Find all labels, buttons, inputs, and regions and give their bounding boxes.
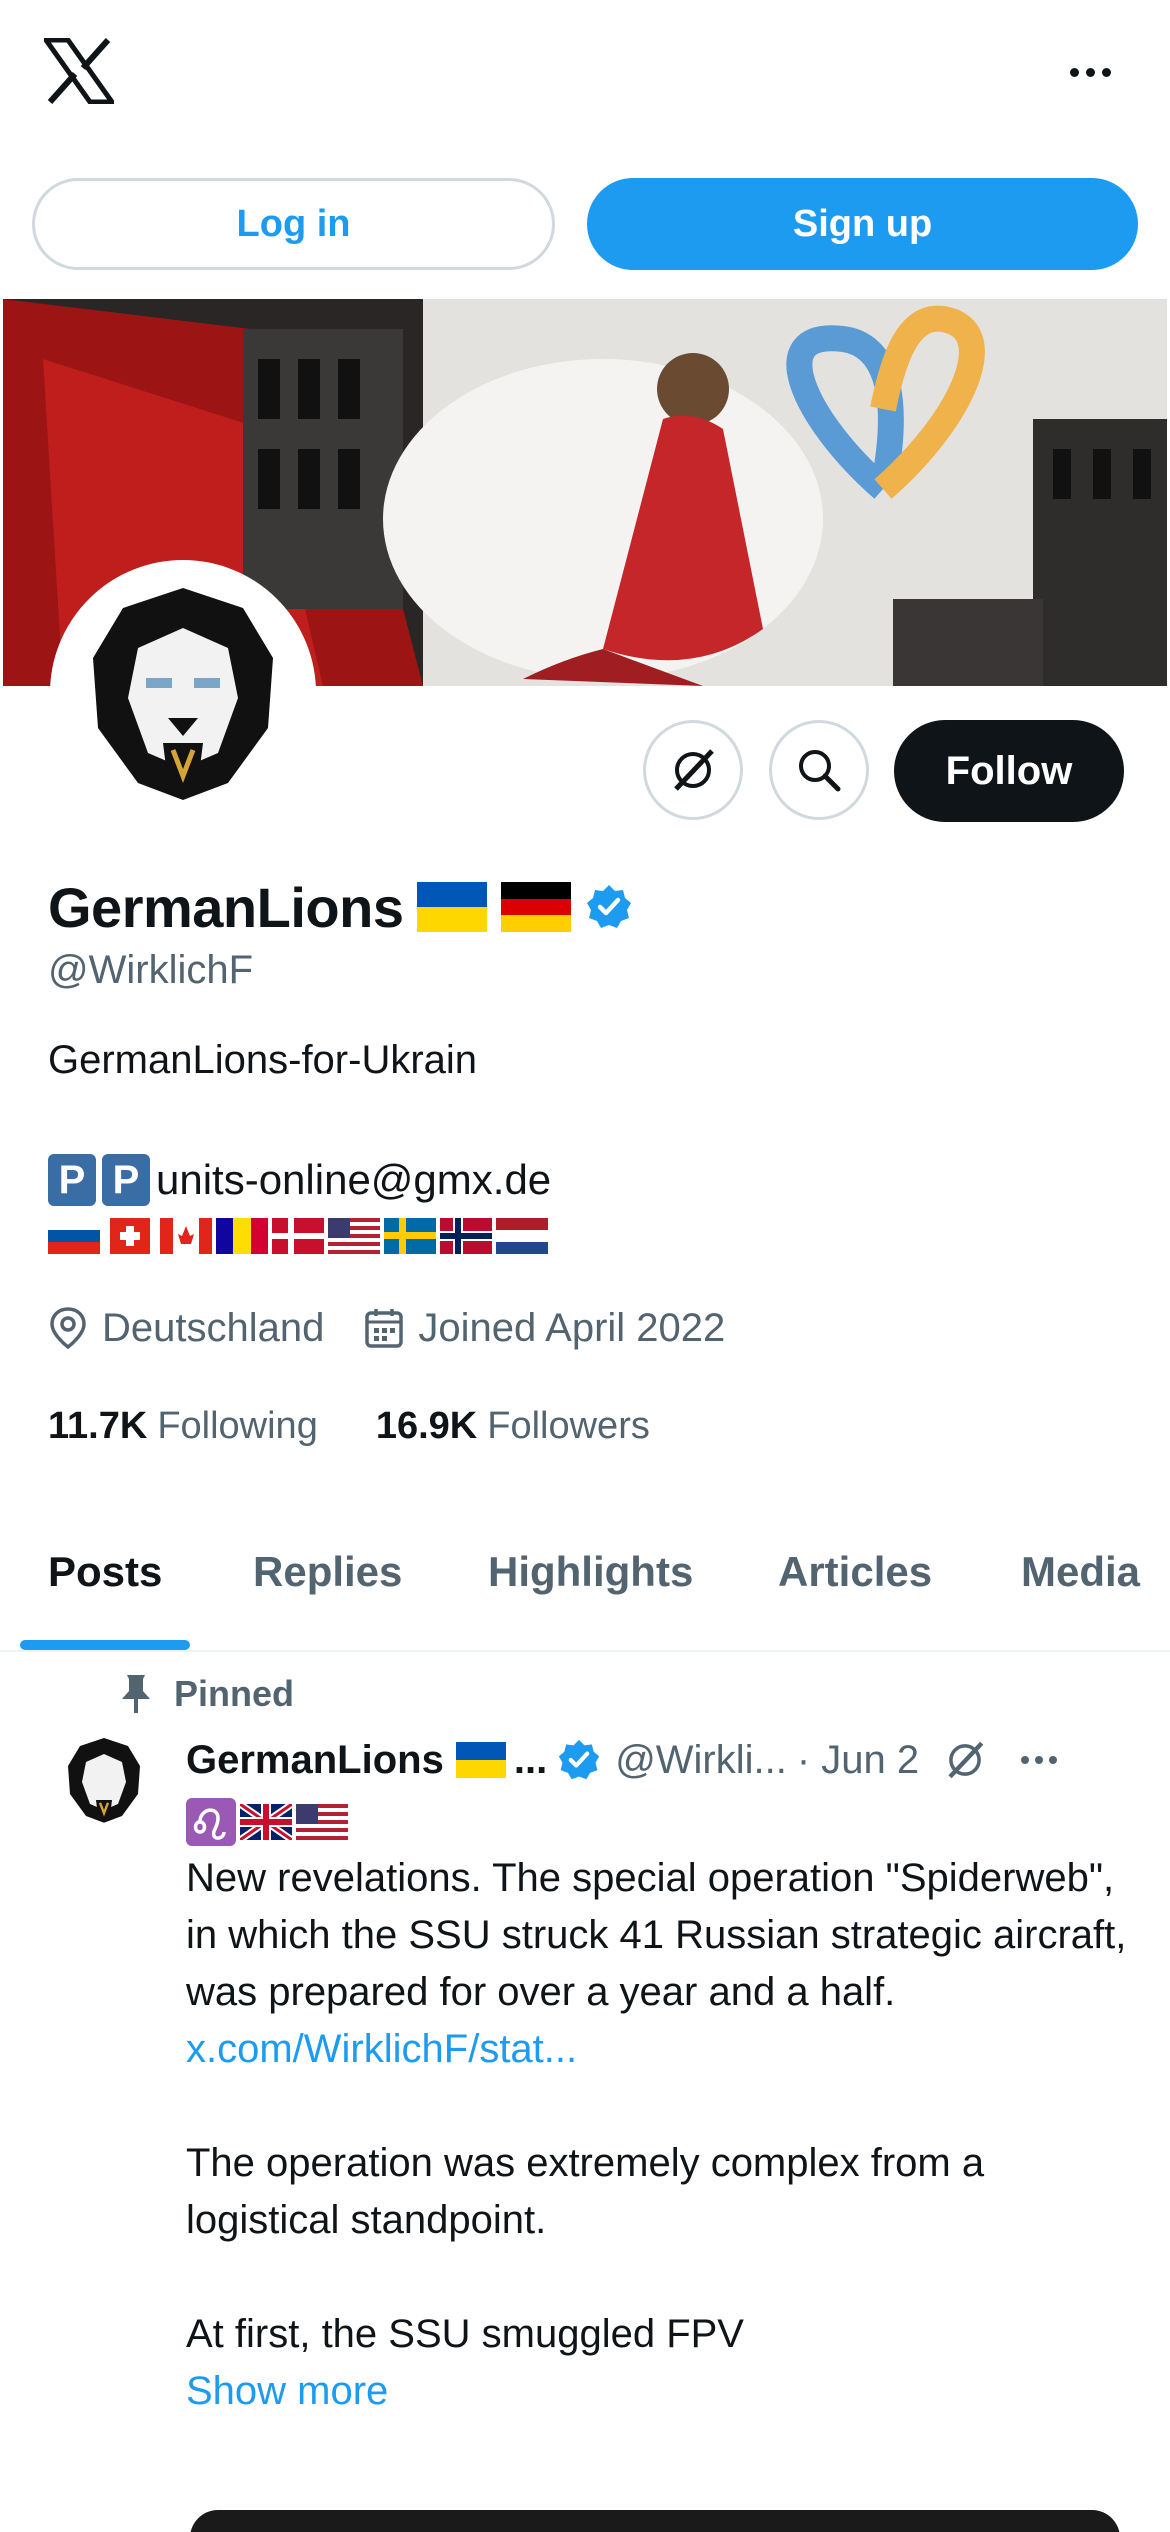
post-paragraph: The operation was extremely complex from… (186, 2141, 985, 2242)
post-author-handle[interactable]: @Wirkli... (615, 1738, 787, 1783)
top-bar (0, 0, 1170, 150)
profile-name-row: GermanLions (48, 872, 633, 942)
search-button[interactable] (769, 720, 869, 820)
location-text: Deutschland (102, 1305, 325, 1350)
germany-flag-icon (501, 882, 572, 932)
name-ellipsis: ... (513, 1737, 548, 1782)
grok-button[interactable] (643, 720, 743, 820)
contact-email: units-online@gmx.de (156, 1156, 552, 1203)
followers-count[interactable]: 16.9K (376, 1405, 477, 1448)
signup-button[interactable]: Sign up (587, 178, 1138, 270)
follow-counts: 11.7K Following 16.9K Followers (48, 1396, 708, 1456)
calendar-icon (365, 1309, 404, 1348)
joined-text: Joined April 2022 (418, 1305, 726, 1350)
tab-highlights[interactable]: Highlights (488, 1548, 693, 1596)
post-date[interactable]: · Jun 2 (797, 1738, 919, 1783)
search-icon (799, 750, 841, 792)
switzerland-flag-icon (110, 1218, 150, 1254)
profile-contact: P P units-online@gmx.de (48, 1150, 551, 1210)
login-button[interactable]: Log in (32, 178, 555, 270)
pinned-label: Pinned (174, 1673, 295, 1714)
post-body: New revelations. The special operation "… (186, 1850, 1136, 2420)
pin-icon (122, 1675, 150, 1713)
post-more-icon[interactable] (1021, 1756, 1058, 1764)
follow-button[interactable]: Follow (894, 720, 1124, 822)
following-count[interactable]: 11.7K (48, 1405, 147, 1448)
p-letter-box: P (48, 1154, 96, 1206)
profile-bio: GermanLions-for-Ukrain (48, 1038, 478, 1082)
tab-posts[interactable]: Posts (48, 1548, 162, 1596)
followers-label[interactable]: Followers (487, 1405, 650, 1448)
ukraine-flag-icon (455, 1742, 506, 1778)
p-letter-box: P (102, 1154, 150, 1206)
netherlands-flag-icon (496, 1218, 548, 1254)
more-icon[interactable] (1058, 52, 1122, 92)
show-more-link[interactable]: Show more (186, 2363, 1136, 2420)
grok-icon (674, 749, 714, 791)
ukraine-flag-icon (417, 882, 488, 932)
leo-sign-icon (186, 1798, 236, 1846)
post-media-preview[interactable] (190, 2510, 1120, 2532)
slovenia-flag-icon (48, 1218, 100, 1254)
active-tab-indicator (20, 1640, 190, 1650)
display-name: GermanLions (48, 875, 404, 939)
tab-articles[interactable]: Articles (778, 1548, 932, 1596)
verified-badge-icon (587, 885, 632, 928)
denmark-flag-icon (272, 1218, 324, 1254)
profile-location: Deutschland (48, 1306, 324, 1351)
usa-flag-icon (296, 1804, 348, 1840)
post-author-emojis (186, 1798, 348, 1846)
grok-icon[interactable] (943, 1738, 987, 1782)
tab-replies[interactable]: Replies (253, 1548, 402, 1596)
post-author-name[interactable]: GermanLions (186, 1738, 444, 1783)
post-link[interactable]: x.com/WirklichF/stat... (186, 2021, 1136, 2078)
post-author-avatar[interactable] (54, 1730, 154, 1830)
sweden-flag-icon (384, 1218, 436, 1254)
profile-handle: @WirklichF (48, 948, 254, 992)
flags-row (48, 1218, 548, 1254)
uk-flag-icon (240, 1804, 292, 1840)
profile-avatar[interactable] (50, 560, 316, 826)
post-paragraph: At first, the SSU smuggled FPV (186, 2312, 744, 2356)
norway-flag-icon (440, 1218, 492, 1254)
post-header: GermanLions ... @Wirkli... · Jun 2 (186, 1730, 1146, 1790)
profile-meta: Deutschland Joined April 2022 (48, 1296, 765, 1360)
following-label[interactable]: Following (157, 1405, 318, 1448)
location-icon (50, 1307, 86, 1350)
usa-flag-icon (328, 1218, 380, 1254)
x-logo-icon[interactable] (41, 37, 117, 105)
verified-badge-icon (559, 1739, 600, 1780)
profile-joined: Joined April 2022 (364, 1306, 725, 1351)
tab-media[interactable]: Media (1021, 1548, 1140, 1596)
andorra-flag-icon (216, 1218, 268, 1254)
post-paragraph: New revelations. The special operation "… (186, 1856, 1127, 2014)
pinned-indicator: Pinned (118, 1664, 294, 1724)
profile-tabs: Posts Replies Highlights Articles Media (0, 1518, 1170, 1652)
canada-flag-icon (160, 1218, 212, 1254)
